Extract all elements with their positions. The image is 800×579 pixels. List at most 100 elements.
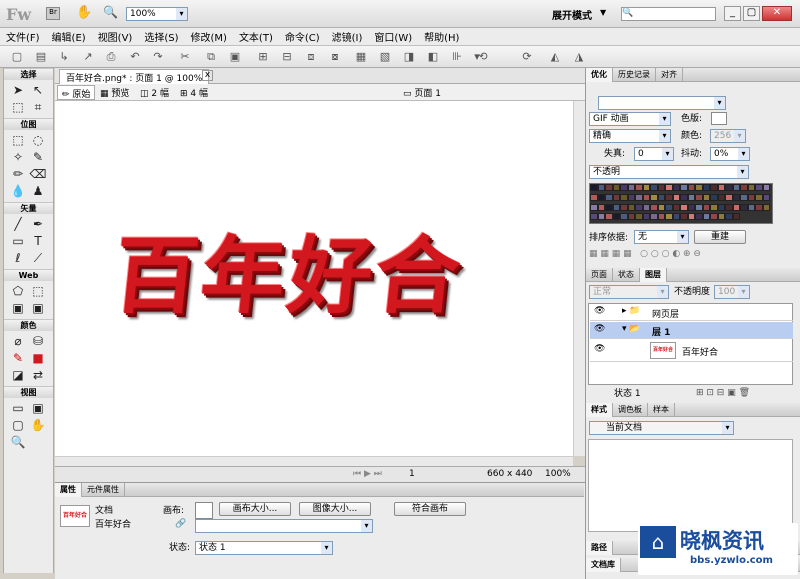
palette-swatch[interactable] (740, 193, 748, 201)
new-icon[interactable]: ▢ (10, 50, 24, 64)
palette-swatch[interactable] (620, 193, 628, 201)
stroke-color-icon[interactable]: ✎ (8, 350, 28, 367)
tab-styles[interactable]: 样式 (586, 403, 613, 417)
palette-swatch[interactable] (747, 184, 755, 191)
eye-icon[interactable]: 👁 (594, 344, 605, 354)
palette-swatch[interactable] (762, 193, 770, 201)
layer-row-web[interactable]: 👁 ▸ 📁 网页层 (590, 304, 793, 321)
tab-swatches[interactable]: 调色板 (613, 403, 648, 417)
palette-swatch[interactable] (642, 193, 650, 201)
palette-swatch[interactable] (680, 184, 688, 191)
line-icon[interactable]: ╱ (8, 216, 28, 233)
palette-swatch[interactable] (597, 193, 605, 201)
palette-swatch[interactable] (755, 193, 763, 201)
palette-swatch[interactable] (665, 213, 673, 221)
palette-swatch[interactable] (725, 184, 733, 191)
scale-icon[interactable]: ⬚ (8, 99, 28, 116)
palette-swatch[interactable] (627, 213, 635, 221)
palette-swatch[interactable] (687, 213, 695, 221)
tab-4up[interactable]: ⊞ 4 幅 (180, 86, 208, 99)
rotate-left-icon[interactable]: ⟲ (476, 50, 490, 64)
dither-select[interactable]: 0% (710, 147, 750, 161)
image-size-button[interactable]: 图像大小... (299, 502, 371, 516)
palette-swatch[interactable] (695, 193, 703, 201)
palette-swatch[interactable] (612, 213, 620, 221)
palette-swatch[interactable] (687, 193, 695, 201)
matte-swatch[interactable] (711, 112, 727, 125)
menu-item-2[interactable]: 视图(V) (92, 28, 139, 45)
palette-swatch[interactable] (590, 203, 598, 211)
import-icon[interactable]: ↳ (57, 50, 71, 64)
tab-optimize[interactable]: 优化 (586, 68, 613, 82)
palette-select[interactable]: 精确 (589, 129, 671, 143)
palette-swatch[interactable] (672, 203, 680, 211)
front-icon[interactable]: ▦ (354, 50, 368, 64)
workspace-mode[interactable]: 展开模式 (552, 7, 592, 22)
link-select[interactable] (195, 519, 373, 533)
redo-icon[interactable]: ↷ (151, 50, 165, 64)
palette-swatch[interactable] (717, 184, 725, 191)
close-icon[interactable]: x (202, 70, 213, 81)
back-icon[interactable]: ▧ (378, 50, 392, 64)
eraser-icon[interactable]: ⌫ (28, 166, 48, 183)
flip-v-icon[interactable]: ◮ (572, 50, 586, 64)
swap-icon[interactable]: ◪ (8, 367, 28, 384)
palette-swatch[interactable] (702, 193, 710, 201)
loss-select[interactable]: 0 (634, 147, 674, 161)
palette-swatch[interactable] (717, 213, 725, 221)
knife-icon[interactable]: ⟋ (28, 250, 48, 267)
palette-swatch[interactable] (657, 203, 665, 211)
opacity-input[interactable]: 100 (714, 285, 750, 299)
palette-swatch[interactable] (597, 213, 605, 221)
zoom-select[interactable]: 100% (126, 7, 188, 21)
fill-color-icon[interactable]: ■ (28, 350, 48, 367)
palette-swatch[interactable] (665, 203, 673, 211)
palette-swatch[interactable] (672, 184, 680, 191)
palette-swatch[interactable] (635, 184, 643, 191)
palette-swatch[interactable] (710, 193, 718, 201)
color-palette[interactable] (589, 183, 773, 224)
text-icon[interactable]: T (28, 233, 48, 250)
palette-swatch[interactable] (612, 193, 620, 201)
canvas-color-swatch[interactable] (195, 502, 213, 519)
menu-item-9[interactable]: 帮助(H) (418, 28, 465, 45)
palette-swatch[interactable] (627, 193, 635, 201)
palette-swatch[interactable] (680, 193, 688, 201)
palette-swatch[interactable] (612, 203, 620, 211)
palette-swatch[interactable] (635, 203, 643, 211)
full-menu-icon[interactable]: ▣ (28, 400, 48, 417)
palette-swatch[interactable] (635, 193, 643, 201)
export-icon[interactable]: ↗ (81, 50, 95, 64)
palette-swatch[interactable] (710, 213, 718, 221)
page-select[interactable]: ▭ 页面 1 (403, 86, 441, 99)
vertical-scrollbar[interactable] (573, 101, 585, 456)
brush-icon[interactable]: ✎ (28, 149, 48, 166)
rebuild-button[interactable]: 重建 (694, 230, 746, 244)
minimize-button[interactable]: _ (724, 6, 741, 21)
palette-tool-icons[interactable]: ▦ ▦ ▦ ▦ ○ ○ ○ ◐ ⊕ ⊖ (589, 249, 701, 259)
hand-icon[interactable]: ✋ (76, 5, 92, 20)
palette-swatch[interactable] (725, 213, 733, 221)
menu-item-1[interactable]: 编辑(E) (46, 28, 92, 45)
palette-swatch[interactable] (755, 203, 763, 211)
restore-button[interactable]: ▢ (743, 6, 760, 21)
palette-swatch[interactable] (725, 203, 733, 211)
layer-row-object[interactable]: 👁 百年好合 百年好合 (590, 340, 793, 362)
palette-swatch[interactable] (702, 213, 710, 221)
eye-icon[interactable]: 👁 (594, 324, 605, 334)
palette-swatch[interactable] (605, 193, 613, 201)
tab-original[interactable]: ✏ 原始 (57, 85, 96, 100)
color-count-select[interactable]: 256 (710, 129, 746, 143)
join-icon[interactable]: ⧈ (304, 50, 318, 64)
palette-swatch[interactable] (627, 184, 635, 191)
palette-swatch[interactable] (650, 193, 658, 201)
cut-icon[interactable]: ✂ (178, 50, 192, 64)
tab-doc-library[interactable]: 文档库 (586, 558, 621, 572)
palette-swatch[interactable] (605, 184, 613, 191)
align-icon[interactable]: ⊪ (450, 50, 464, 64)
rect-icon[interactable]: ▭ (8, 233, 28, 250)
tab-samples[interactable]: 样本 (648, 403, 675, 417)
rotate-right-icon[interactable]: ⟳ (520, 50, 534, 64)
palette-swatch[interactable] (732, 193, 740, 201)
show-slices-icon[interactable]: ▣ (28, 300, 48, 317)
